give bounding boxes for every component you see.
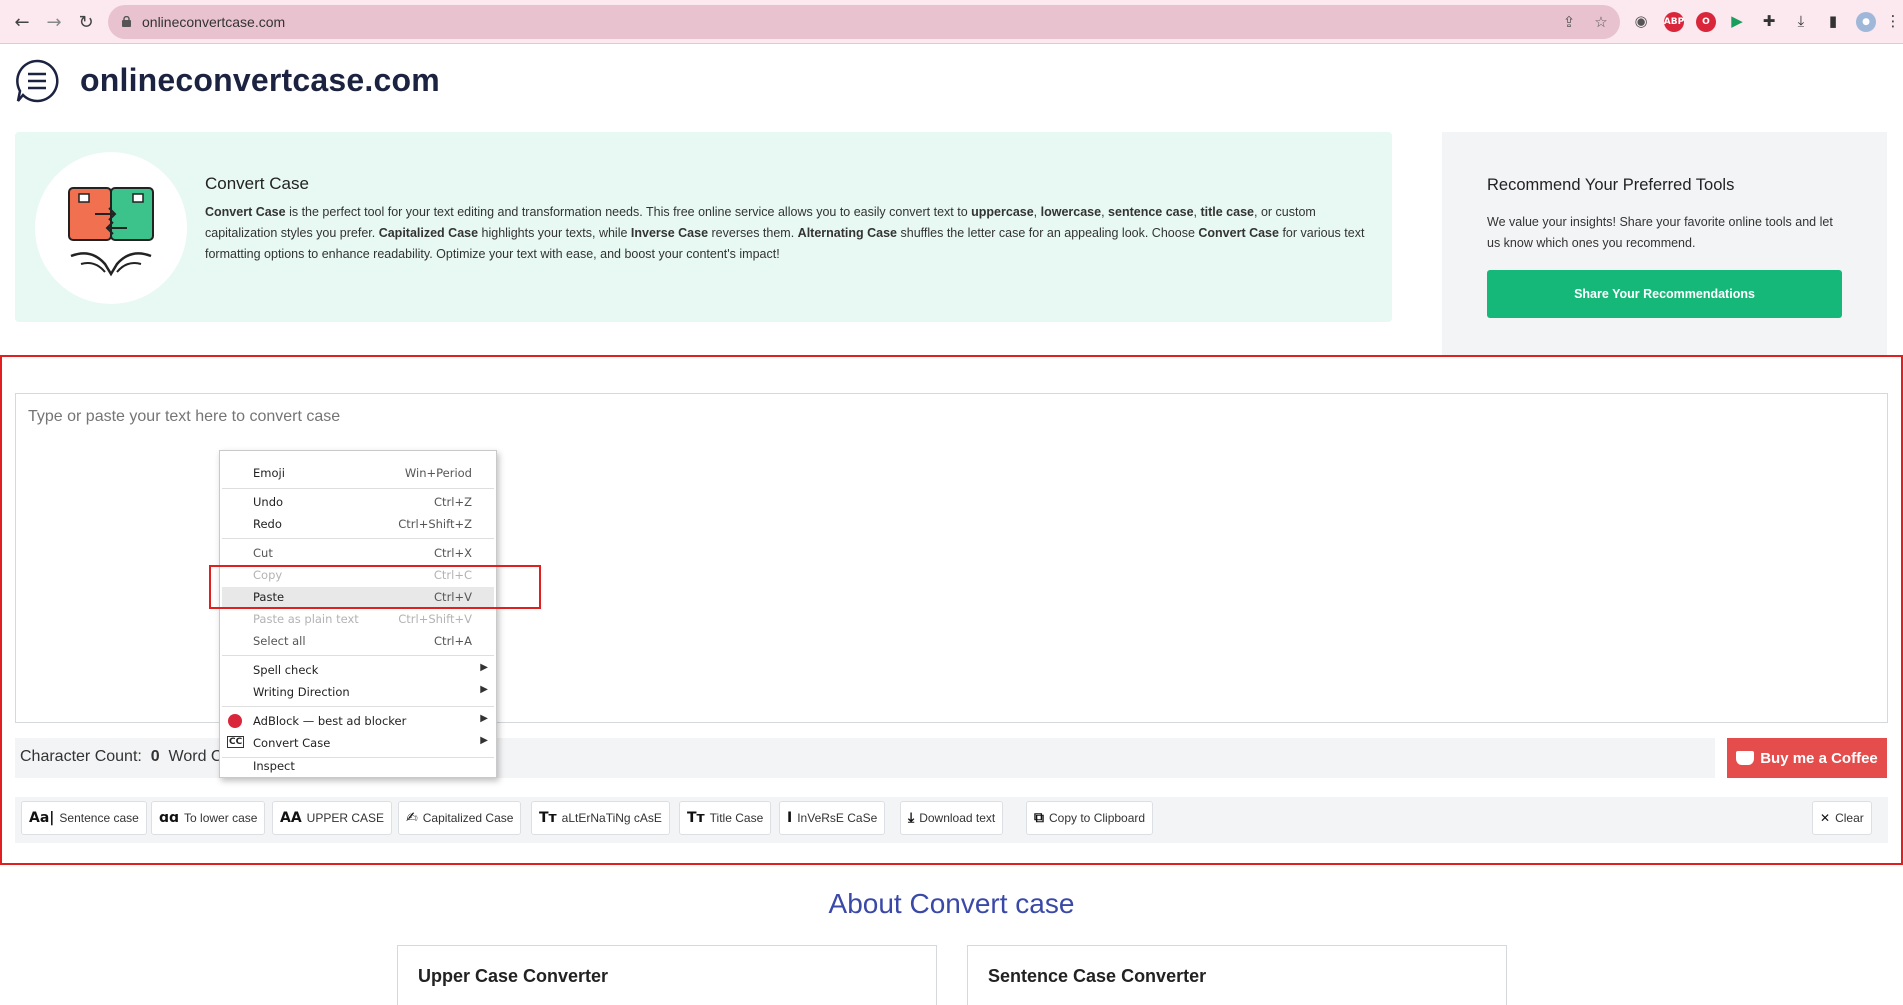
clear-button[interactable]: ✕ Clear — [1812, 801, 1872, 835]
arrow-right-icon[interactable]: → — [42, 10, 66, 34]
inverse-case-icon: I — [787, 810, 793, 826]
context-menu: Emoji Win+Period Undo Ctrl+Z Redo Ctrl+Shif… — [219, 450, 497, 778]
banner-title: Convert Case — [205, 174, 309, 193]
lower-case-button[interactable]: ɑɑ To lower case — [151, 801, 266, 835]
menu-dots-icon[interactable]: ⋮ — [1884, 12, 1902, 30]
capitalized-case-icon: ✍ — [406, 810, 418, 826]
address-bar[interactable]: onlineconvertcase.com ⇪ ☆ — [108, 5, 1620, 39]
menu-separator — [222, 655, 494, 656]
title-case-icon: Tт — [687, 810, 705, 826]
button-label: Capitalized Case — [422, 811, 514, 825]
menu-separator — [222, 706, 494, 707]
lock-icon — [122, 16, 131, 27]
paste-highlight-box — [209, 565, 541, 609]
card-title: Sentence Case Converter — [988, 966, 1207, 986]
menu-item-cut[interactable]: Cut Ctrl+X — [220, 543, 496, 563]
button-label: To lower case — [184, 811, 258, 825]
lower-case-icon: ɑɑ — [159, 810, 180, 826]
menu-item-paste-plain[interactable]: Paste as plain text Ctrl+Shift+V — [220, 609, 496, 629]
inverse-case-button[interactable]: I InVeRsE CaSe — [779, 801, 886, 835]
button-label: UPPER CASE — [306, 811, 385, 825]
title-case-button[interactable]: Tт Title Case — [679, 801, 772, 835]
button-label: Download text — [919, 811, 996, 825]
button-label: Clear — [1835, 811, 1864, 825]
count-label: Character Count: 0 Word C — [20, 748, 223, 765]
menu-separator — [222, 488, 494, 489]
button-label: InVeRsE CaSe — [797, 811, 878, 825]
profile-icon[interactable]: ● — [1856, 12, 1876, 32]
play-icon[interactable]: ▶ — [1728, 12, 1746, 30]
button-label: Title Case — [709, 811, 764, 825]
recommend-text: We value your insights! Share your favor… — [1487, 215, 1833, 250]
info-banner: Convert Case Convert Case is the perfect… — [15, 132, 1392, 322]
capitalized-case-button[interactable]: ✍ Capitalized Case — [398, 801, 522, 835]
sentence-case-icon: Aa| — [29, 810, 55, 826]
download-text-button[interactable]: ⤓ Download text — [900, 801, 1004, 835]
button-label: Sentence case — [59, 811, 139, 825]
chat-menu-icon[interactable] — [14, 58, 60, 104]
browser-toolbar: ← → ↻ onlineconvertcase.com ⇪ ☆ ◉ ABP O … — [0, 0, 1903, 44]
download-icon[interactable]: ⤓ — [1792, 12, 1810, 30]
upper-case-button[interactable]: AA UPPER CASE — [272, 801, 393, 835]
close-icon: ✕ — [1820, 811, 1831, 825]
menu-item-adblock[interactable]: AdBlock — best ad blocker ▶ — [220, 711, 496, 731]
coffee-cup-icon — [1736, 751, 1755, 765]
about-heading: About Convert case — [828, 888, 1075, 919]
alternating-case-button[interactable]: Tт aLtErNaTiNg cAsE — [531, 801, 670, 835]
chevron-right-icon: ▶ — [480, 684, 488, 695]
adblock-plus-icon[interactable]: ABP — [1664, 12, 1684, 32]
menu-item-spell-check[interactable]: Spell check ▶ — [220, 660, 496, 680]
menu-separator — [222, 538, 494, 539]
menu-item-convert-case[interactable]: CC Convert Case ▶ — [220, 733, 496, 753]
star-icon[interactable]: ☆ — [1592, 13, 1610, 31]
menu-item-emoji[interactable]: Emoji Win+Period — [220, 463, 496, 483]
chevron-right-icon: ▶ — [480, 713, 488, 724]
tool-bar: Aa| Sentence case ɑɑ To lower case AA UPPER… — [15, 797, 1888, 843]
adblock-icon — [228, 714, 242, 728]
sentence-case-card[interactable]: Sentence Case Converter — [967, 945, 1507, 1005]
convert-case-badge-icon: CC — [227, 736, 245, 748]
copy-clipboard-button[interactable]: ⧉ Copy to Clipboard — [1026, 801, 1154, 835]
menu-item-undo[interactable]: Undo Ctrl+Z — [220, 492, 496, 512]
menu-item-writing-direction[interactable]: Writing Direction ▶ — [220, 682, 496, 702]
recommend-title: Recommend Your Preferred Tools — [1487, 176, 1735, 194]
arrow-left-icon[interactable]: ← — [10, 10, 34, 34]
share-recommendations-button[interactable]: Share Your Recommendations — [1487, 270, 1842, 318]
site-title[interactable]: onlineconvertcase.com — [80, 62, 440, 99]
opera-icon[interactable]: O — [1696, 12, 1716, 32]
menu-item-select-all[interactable]: Select all Ctrl+A — [220, 631, 496, 651]
coffee-label: Buy me a Coffee — [1760, 749, 1878, 767]
button-label: Copy to Clipboard — [1049, 811, 1146, 825]
boxes-icon — [68, 187, 154, 277]
alternating-case-icon: Tт — [539, 810, 557, 826]
convert-case-illustration — [35, 152, 187, 304]
card-title: Upper Case Converter — [418, 966, 609, 986]
reload-icon[interactable]: ↻ — [74, 10, 98, 34]
camera-icon[interactable]: ◉ — [1632, 12, 1650, 30]
download-file-icon: ⤓ — [908, 810, 915, 826]
upper-case-icon: AA — [280, 810, 302, 826]
sentence-case-button[interactable]: Aa| Sentence case — [21, 801, 147, 835]
menu-item-redo[interactable]: Redo Ctrl+Shift+Z — [220, 514, 496, 534]
button-label: aLtErNaTiNg cAsE — [561, 811, 662, 825]
clipboard-icon: ⧉ — [1034, 810, 1044, 826]
puzzle-icon[interactable]: ✚ — [1760, 12, 1778, 30]
abp-label: ABP — [1663, 17, 1685, 27]
buy-coffee-button[interactable]: Buy me a Coffee — [1727, 738, 1887, 778]
share-icon[interactable]: ⇪ — [1560, 13, 1578, 31]
menu-item-inspect[interactable]: Inspect — [220, 756, 496, 776]
chevron-right-icon: ▶ — [480, 735, 488, 746]
chevron-right-icon: ▶ — [480, 662, 488, 673]
banner-description: Convert Case is the perfect tool for you… — [205, 205, 1365, 261]
upper-case-card[interactable]: Upper Case Converter — [397, 945, 937, 1005]
sidebar-icon[interactable]: ▮ — [1824, 12, 1842, 30]
url-text: onlineconvertcase.com — [142, 14, 286, 30]
recommend-panel: Recommend Your Preferred Tools We value … — [1442, 132, 1887, 357]
